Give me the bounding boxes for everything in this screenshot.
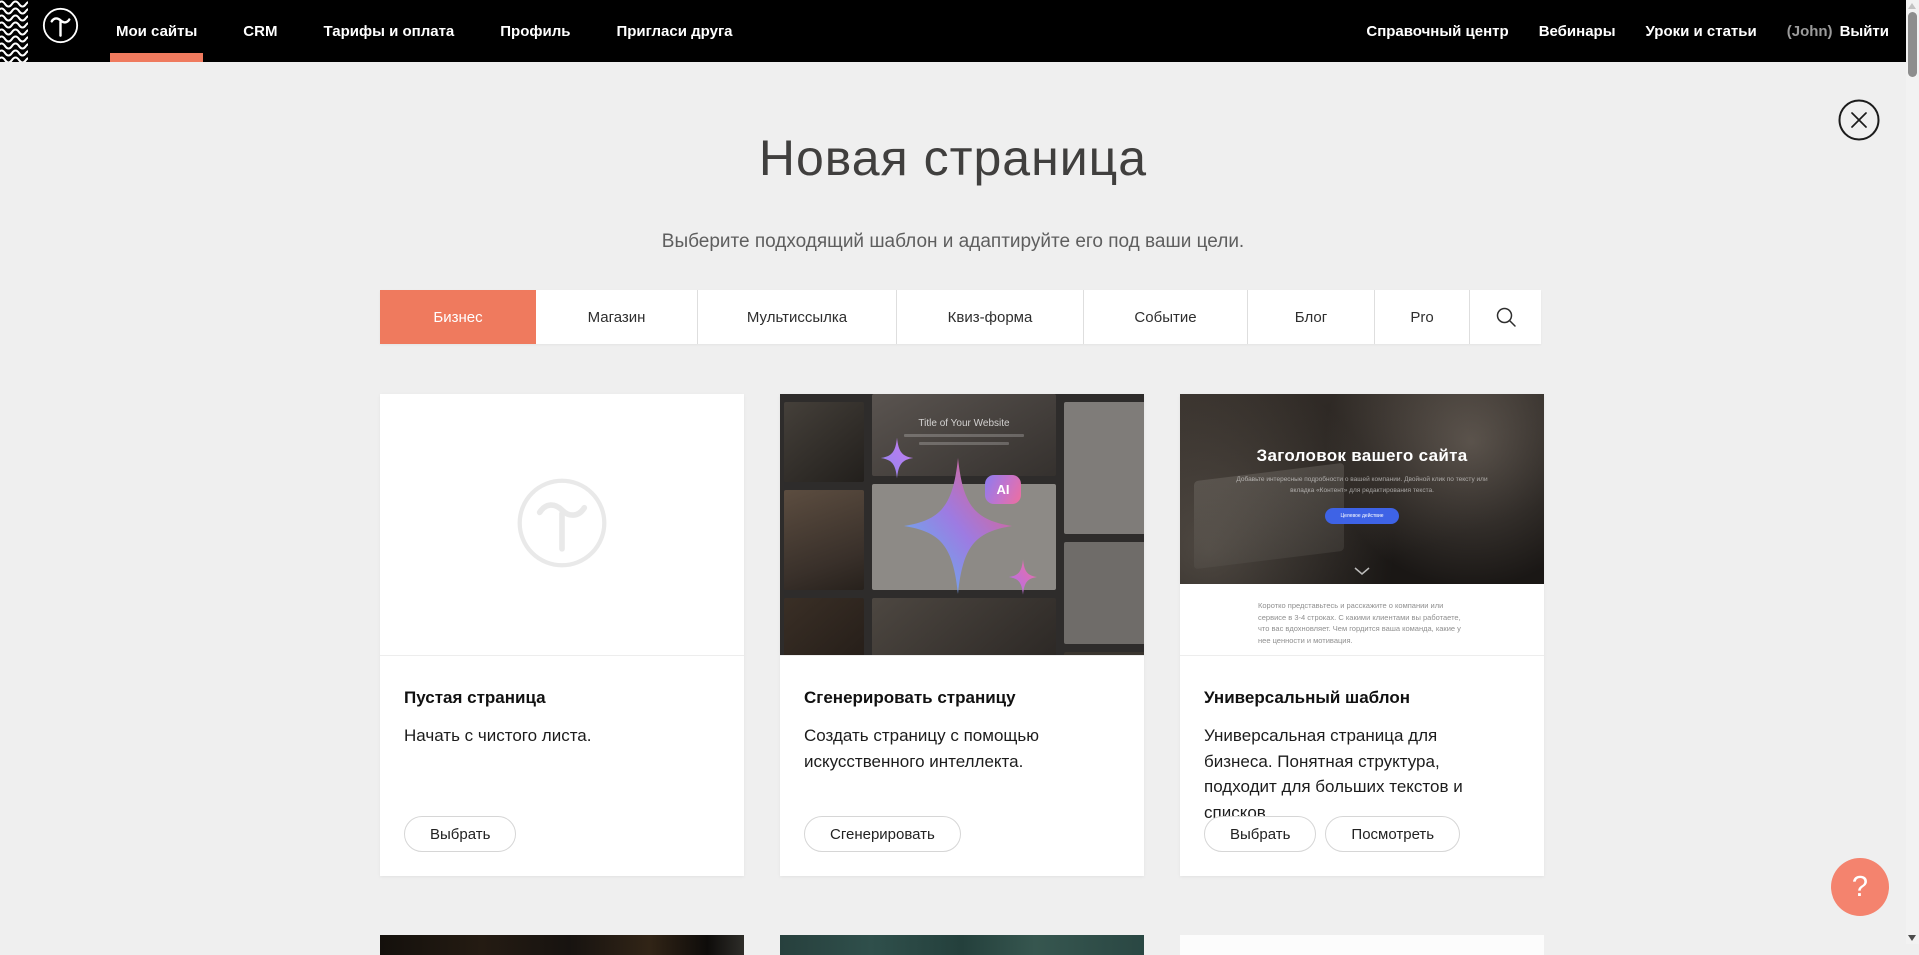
question-mark-icon: ? xyxy=(1852,871,1868,904)
help-button[interactable]: ? xyxy=(1831,858,1889,916)
page-scrollbar xyxy=(1906,0,1919,944)
nav-item-label: Уроки и статьи xyxy=(1646,23,1757,40)
chevron-down-icon xyxy=(1354,567,1370,575)
main-menu: Мои сайты CRM Тарифы и оплата Профиль Пр… xyxy=(110,0,739,62)
scrollbar-up-arrow-icon[interactable] xyxy=(1908,3,1916,9)
card-description: Создать страницу с помощью искусственног… xyxy=(804,723,1109,774)
tilda-logo-icon[interactable] xyxy=(42,7,79,44)
card-description: Универсальная страница для бизнеса. Поня… xyxy=(1204,723,1509,825)
page-title: Новая страница xyxy=(0,129,1906,187)
template-about-text: Коротко представьтесь и расскажите о ком… xyxy=(1258,600,1466,647)
user-name: (John) xyxy=(1787,23,1833,40)
ai-badge: AI xyxy=(985,475,1021,504)
preview-button[interactable]: Посмотреть xyxy=(1325,816,1460,852)
template-card-universal: Заголовок вашего сайта Добавьте интересн… xyxy=(1180,394,1544,876)
template-category-tabs: Бизнес Магазин Мультиссылка Квиз-форма С… xyxy=(380,290,1541,344)
template-card-partial-3[interactable] xyxy=(1180,935,1544,955)
search-icon xyxy=(1495,306,1517,328)
nav-item-profile[interactable]: Профиль xyxy=(494,0,576,62)
template-site-lead: Добавьте интересные подробности о вашей … xyxy=(1236,475,1488,496)
nav-item-label: Тарифы и оплата xyxy=(323,23,454,40)
template-about-section: Коротко представьтесь и расскажите о ком… xyxy=(1180,584,1544,655)
nav-item-crm[interactable]: CRM xyxy=(237,0,283,62)
card-title: Универсальный шаблон xyxy=(1204,688,1520,708)
template-card-partial-1[interactable] xyxy=(380,935,744,955)
tab-pro[interactable]: Pro xyxy=(1375,290,1470,344)
logout-link[interactable]: (John) Выйти xyxy=(1787,23,1889,40)
nav-item-invite-friend[interactable]: Пригласи друга xyxy=(610,0,738,62)
nav-item-label: CRM xyxy=(243,23,277,40)
card-description: Начать с чистого листа. xyxy=(404,723,709,749)
nav-item-lessons[interactable]: Уроки и статьи xyxy=(1646,23,1757,40)
nav-item-my-sites[interactable]: Мои сайты xyxy=(110,0,203,62)
card-title: Сгенерировать страницу xyxy=(804,688,1120,708)
nav-item-tariffs[interactable]: Тарифы и оплата xyxy=(317,0,460,62)
universal-template-preview[interactable]: Заголовок вашего сайта Добавьте интересн… xyxy=(1180,394,1544,655)
tilda-watermark-icon xyxy=(515,476,609,570)
page-subtitle: Выберите подходящий шаблон и адаптируйте… xyxy=(0,231,1906,253)
nav-item-label: Справочный центр xyxy=(1366,23,1508,40)
template-card-blank: Пустая страница Начать с чистого листа. … xyxy=(380,394,744,876)
nav-item-label: Вебинары xyxy=(1539,23,1616,40)
generate-button[interactable]: Сгенерировать xyxy=(804,816,961,852)
secondary-menu: Справочный центр Вебинары Уроки и статьи… xyxy=(1366,0,1889,62)
tab-shop[interactable]: Магазин xyxy=(536,290,698,344)
tab-search[interactable] xyxy=(1470,290,1541,344)
scrollbar-thumb[interactable] xyxy=(1908,12,1917,77)
ai-sparkles-icon xyxy=(780,394,1144,655)
choose-button[interactable]: Выбрать xyxy=(1204,816,1316,852)
template-cta-button: Целевое действие xyxy=(1325,508,1399,524)
template-site-title: Заголовок вашего сайта xyxy=(1180,446,1544,466)
active-underline xyxy=(110,53,203,62)
card-title: Пустая страница xyxy=(404,688,720,708)
template-card-partial-2[interactable] xyxy=(780,935,1144,955)
choose-button[interactable]: Выбрать xyxy=(404,816,516,852)
scrollbar-down-arrow-icon[interactable] xyxy=(1908,935,1916,941)
template-card-ai-generate: Title of Your Website xyxy=(780,394,1144,876)
nav-item-help-center[interactable]: Справочный центр xyxy=(1366,23,1508,40)
tab-blog[interactable]: Блог xyxy=(1248,290,1375,344)
blank-template-preview[interactable] xyxy=(380,394,744,655)
nav-item-webinars[interactable]: Вебинары xyxy=(1539,23,1616,40)
logout-label: Выйти xyxy=(1840,23,1889,40)
nav-item-label: Пригласи друга xyxy=(616,23,732,40)
top-nav-bar: Мои сайты CRM Тарифы и оплата Профиль Пр… xyxy=(0,0,1919,62)
tab-multilink[interactable]: Мультиссылка xyxy=(698,290,897,344)
tab-business[interactable]: Бизнес xyxy=(380,290,536,344)
zigzag-pattern-icon xyxy=(0,0,28,62)
tab-quiz-form[interactable]: Квиз-форма xyxy=(897,290,1084,344)
template-hero: Заголовок вашего сайта Добавьте интересн… xyxy=(1180,394,1544,584)
ai-template-preview[interactable]: Title of Your Website xyxy=(780,394,1144,655)
tab-event[interactable]: Событие xyxy=(1084,290,1248,344)
nav-item-label: Мои сайты xyxy=(116,23,197,40)
nav-item-label: Профиль xyxy=(500,23,570,40)
